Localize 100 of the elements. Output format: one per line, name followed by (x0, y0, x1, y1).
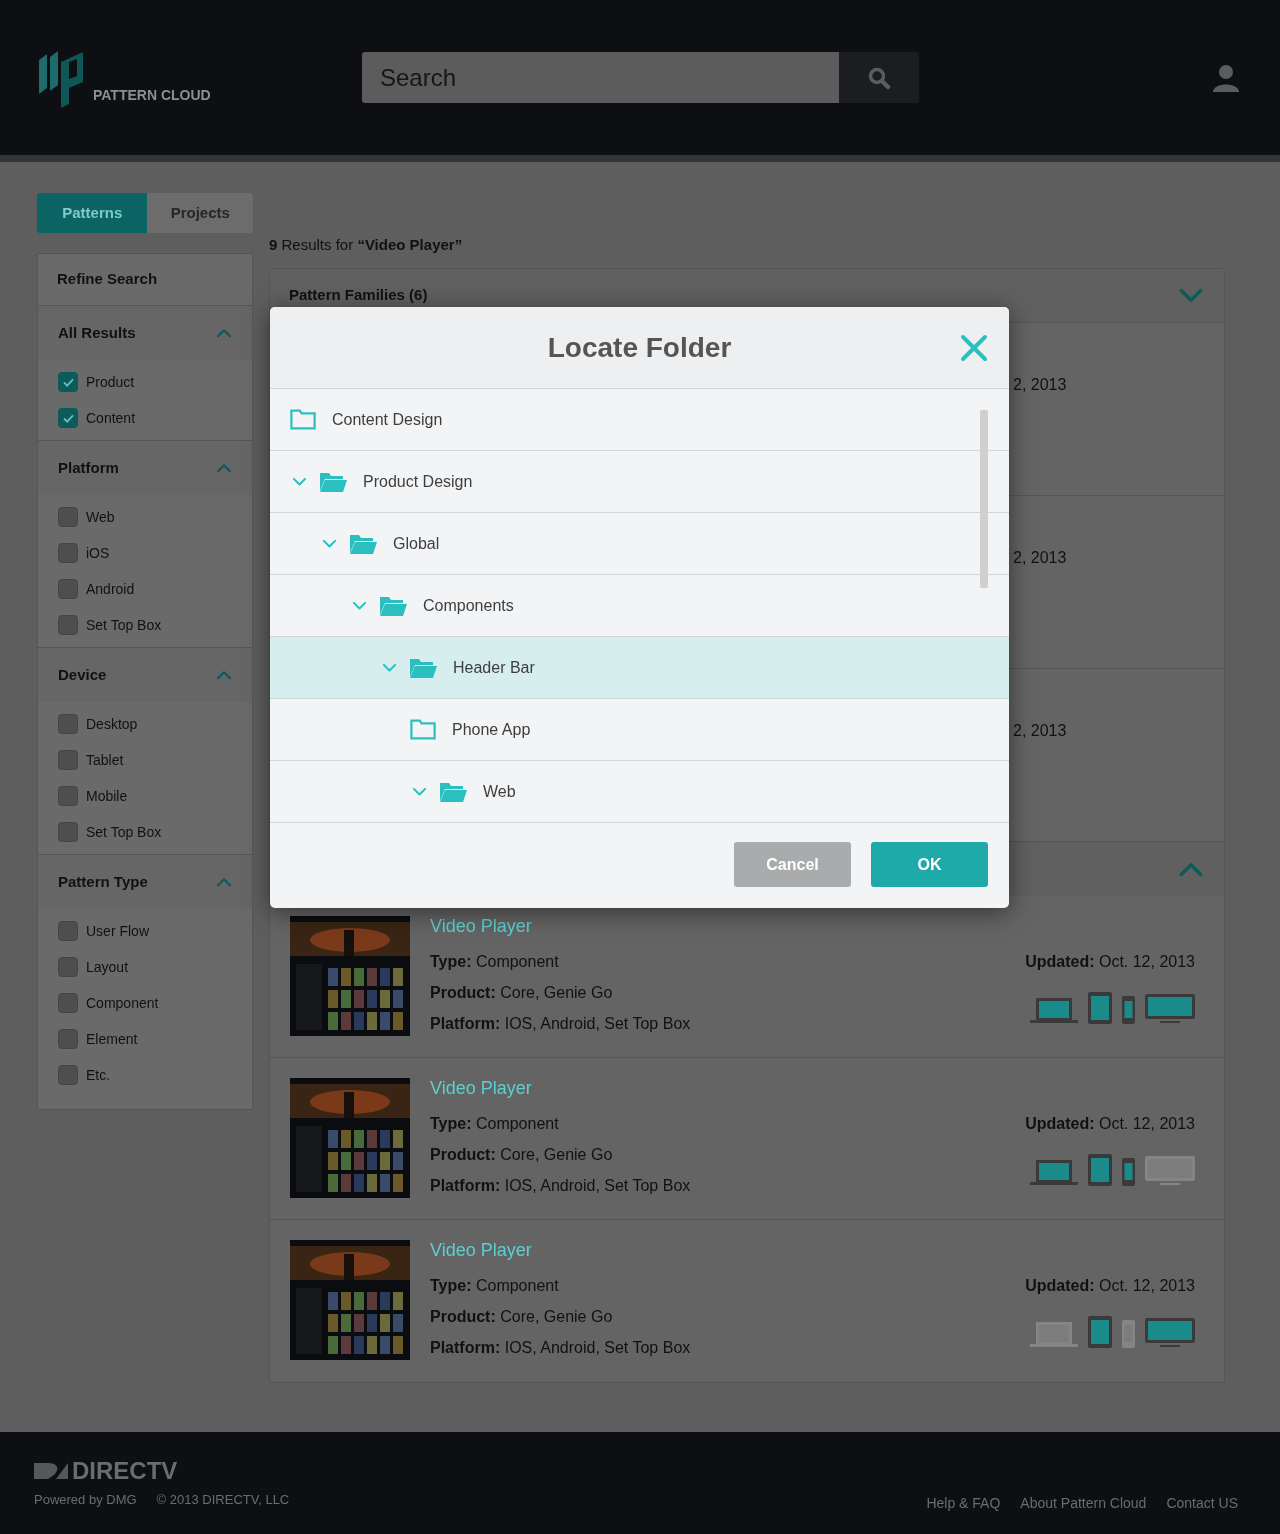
checkbox[interactable] (58, 750, 78, 770)
checkmark-icon (62, 377, 74, 387)
section-title: All Results (58, 322, 136, 343)
option-label: User Flow (86, 921, 149, 941)
search-button[interactable] (839, 52, 919, 103)
option-label: Content (86, 408, 136, 428)
folder-name: Web (483, 781, 516, 802)
footer-link[interactable]: Contact US (1166, 1493, 1238, 1514)
results-summary: 9 Results for “Video Player” (269, 234, 463, 255)
updated-date: 2, 2013 (1013, 376, 1067, 393)
tab[interactable]: Patterns (37, 193, 148, 233)
checkbox[interactable] (58, 993, 78, 1013)
result-title-link[interactable]: Video Player (430, 1240, 532, 1260)
checkbox[interactable] (58, 714, 78, 734)
folder-row[interactable]: Header Bar (270, 637, 1009, 699)
copyright-text: © 2013 DIRECTV, LLC (156, 1491, 290, 1509)
logo-text: PATTERN CLOUD (93, 85, 211, 105)
folder-name: Product Design (363, 471, 473, 492)
folder-row[interactable]: Web (270, 761, 1009, 823)
checkbox[interactable] (58, 1029, 78, 1049)
chevron-icon[interactable] (412, 786, 427, 797)
chevron-icon[interactable] (1178, 287, 1204, 304)
checkmark-icon (62, 413, 74, 423)
option-label: Mobile (86, 786, 128, 806)
search-field[interactable]: Search (362, 52, 839, 103)
checkbox[interactable] (58, 408, 78, 428)
chevron-icon[interactable] (382, 662, 397, 673)
folder-name: Phone App (452, 719, 531, 740)
section-title: Device (58, 664, 107, 685)
close-icon (960, 334, 988, 362)
checkbox[interactable] (58, 543, 78, 563)
updated-date: 2, 2013 (1013, 549, 1067, 566)
footer-link[interactable]: Help & FAQ (926, 1493, 1001, 1514)
open-folder-icon (319, 470, 347, 493)
result-title-link[interactable]: Video Player (430, 1078, 532, 1098)
folder-row[interactable]: Phone App (270, 699, 1009, 761)
option-label: Tablet (86, 750, 124, 770)
checkbox[interactable] (58, 786, 78, 806)
option-label: Etc. (86, 1065, 111, 1085)
open-folder-icon (379, 594, 407, 617)
checkbox[interactable] (58, 921, 78, 941)
option-label: Web (86, 507, 115, 527)
chevron-icon[interactable] (1178, 861, 1204, 877)
product-text: Product: Core, Genie Go (430, 983, 614, 1003)
chevron-icon[interactable] (216, 877, 232, 887)
user-icon[interactable] (1213, 63, 1239, 92)
result-title-link[interactable]: Video Player (430, 916, 532, 936)
folder-name: Components (423, 595, 514, 616)
platform-text: Platform: IOS, Android, Set Top Box (430, 1176, 691, 1196)
updated-date: 2, 2013 (1013, 722, 1067, 739)
option-label: Desktop (86, 714, 138, 734)
checkbox[interactable] (58, 507, 78, 527)
checkbox[interactable] (58, 579, 78, 599)
brand-logo-icon (34, 1461, 68, 1481)
close-button[interactable] (959, 333, 989, 363)
checkbox[interactable] (58, 372, 78, 392)
option-label: Layout (86, 957, 129, 977)
updated-text: Updated: Oct. 12, 2013 (1025, 1276, 1195, 1296)
footer-link[interactable]: About Pattern Cloud (1020, 1493, 1147, 1514)
search-icon (867, 65, 891, 90)
open-folder-icon (349, 532, 377, 555)
checkbox[interactable] (58, 957, 78, 977)
option-label: Product (86, 372, 135, 392)
updated-text: Updated: Oct. 12, 2013 (1025, 1114, 1195, 1134)
option-label: iOS (86, 543, 110, 563)
folder-name: Content Design (332, 409, 443, 430)
folder-icon (290, 409, 316, 430)
brand-name: DIRECTV (72, 1460, 178, 1482)
checkbox[interactable] (58, 615, 78, 635)
open-folder-icon (409, 656, 437, 679)
chevron-icon[interactable] (216, 463, 232, 473)
cancel-button[interactable]: Cancel (734, 842, 851, 887)
updated-text: Updated: Oct. 12, 2013 (1025, 952, 1195, 972)
section-title: Platform (58, 457, 119, 478)
platform-text: Platform: IOS, Android, Set Top Box (430, 1014, 691, 1034)
chevron-icon[interactable] (352, 600, 367, 611)
tab[interactable]: Projects (147, 193, 253, 233)
section-title: Pattern Families (6) (289, 285, 428, 306)
product-text: Product: Core, Genie Go (430, 1307, 614, 1327)
checkbox[interactable] (58, 1065, 78, 1085)
ok-button[interactable]: OK (871, 842, 988, 887)
folder-name: Header Bar (453, 657, 535, 678)
chevron-icon[interactable] (216, 328, 232, 338)
folder-icon (410, 719, 436, 740)
product-text: Product: Core, Genie Go (430, 1145, 614, 1165)
type-text: Type: Component (430, 952, 560, 972)
chevron-icon[interactable] (292, 476, 307, 487)
chevron-icon[interactable] (216, 670, 232, 680)
powered-by-text: Powered by DMG (34, 1491, 137, 1509)
dialog-title: Locate Folder (547, 330, 732, 365)
scrollbar[interactable] (980, 410, 988, 588)
section-title: Pattern Type (58, 871, 148, 892)
type-text: Type: Component (430, 1276, 560, 1296)
chevron-icon[interactable] (322, 538, 337, 549)
option-label: Android (86, 579, 135, 599)
folder-name: Global (393, 533, 440, 554)
option-label: Set Top Box (86, 822, 162, 842)
option-label: Element (86, 1029, 138, 1049)
checkbox[interactable] (58, 822, 78, 842)
type-text: Type: Component (430, 1114, 560, 1134)
